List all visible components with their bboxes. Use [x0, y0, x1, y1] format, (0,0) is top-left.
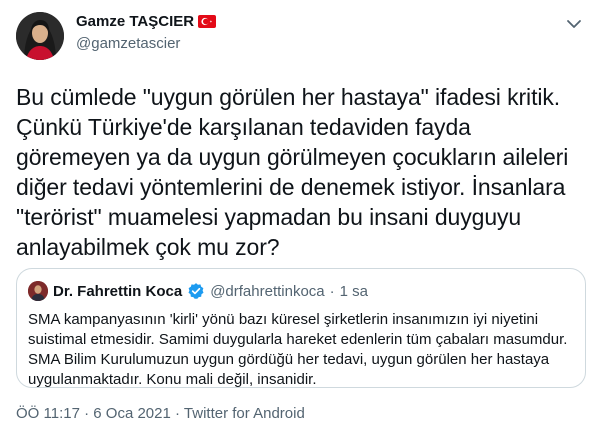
author-name[interactable]: Gamze TAŞCIER [76, 13, 194, 30]
tweet-text-line: göremeyen ya da uygun görülmeyen çocukla… [16, 144, 569, 170]
tweet-text-line: anlayabilmek çok mu zor? [16, 234, 280, 260]
quoted-separator: · [329, 282, 335, 300]
tweet-client[interactable]: Twitter for Android [184, 405, 305, 422]
quoted-tweet-text: SMA kampanyasının 'kirli' yönü bazı küre… [28, 310, 578, 390]
verified-badge-icon [187, 282, 205, 300]
quoted-tweet-header: Dr. Fahrettin Koca @drfahrettinkoca · 1 … [28, 281, 368, 301]
quoted-text-line: uygulanmaktadır. Konu mali değil, insani… [28, 371, 317, 388]
tweet-text-line: Çünkü Türkiye'de karşılanan tedaviden fa… [16, 114, 471, 140]
quoted-author-name: Dr. Fahrettin Koca [53, 282, 183, 300]
tweet-text-line: diğer tedavi yöntemlerini de denemek ist… [16, 174, 566, 200]
quoted-text-line: suistimal etmesidir. Samimi duygularla h… [28, 331, 568, 348]
quoted-author-handle: @drfahrettinkoca [210, 282, 325, 300]
author-handle[interactable]: @gamzetascier [76, 35, 180, 52]
quoted-author-avatar [28, 281, 48, 301]
tweet-text: Bu cümlede "uygun görülen her hastaya" i… [16, 82, 586, 262]
author-photo [16, 12, 64, 60]
tweet-text-line: Bu cümlede "uygun görülen her hastaya" i… [16, 84, 561, 110]
more-options-icon[interactable] [564, 14, 584, 34]
quoted-text-line: SMA Bilim Kurulumuzun uygun gördüğü her … [28, 351, 550, 368]
quoted-text-line: SMA kampanyasının 'kirli' yönü bazı küre… [28, 311, 539, 328]
tweet-date[interactable]: 6 Oca 2021 [93, 405, 171, 422]
meta-separator: · [79, 405, 94, 422]
meta-separator: · [170, 405, 184, 422]
tweet-text-line: "terörist" muamelesi yapmadan bu insani … [16, 204, 522, 230]
tweet-card: Gamze TAŞCIER @gamzetascier Bu cümlede "… [0, 0, 602, 442]
author-avatar[interactable] [16, 12, 64, 60]
quoted-tweet[interactable]: Dr. Fahrettin Koca @drfahrettinkoca · 1 … [16, 268, 586, 388]
author-name-row[interactable]: Gamze TAŞCIER [76, 13, 217, 30]
tweet-time[interactable]: ÖÖ 11:17 [16, 405, 80, 422]
turkey-flag-icon [198, 15, 217, 28]
quoted-timestamp: 1 sa [339, 282, 369, 300]
tweet-meta: ÖÖ 11:17 · 6 Oca 2021 · Twitter for Andr… [16, 405, 305, 422]
